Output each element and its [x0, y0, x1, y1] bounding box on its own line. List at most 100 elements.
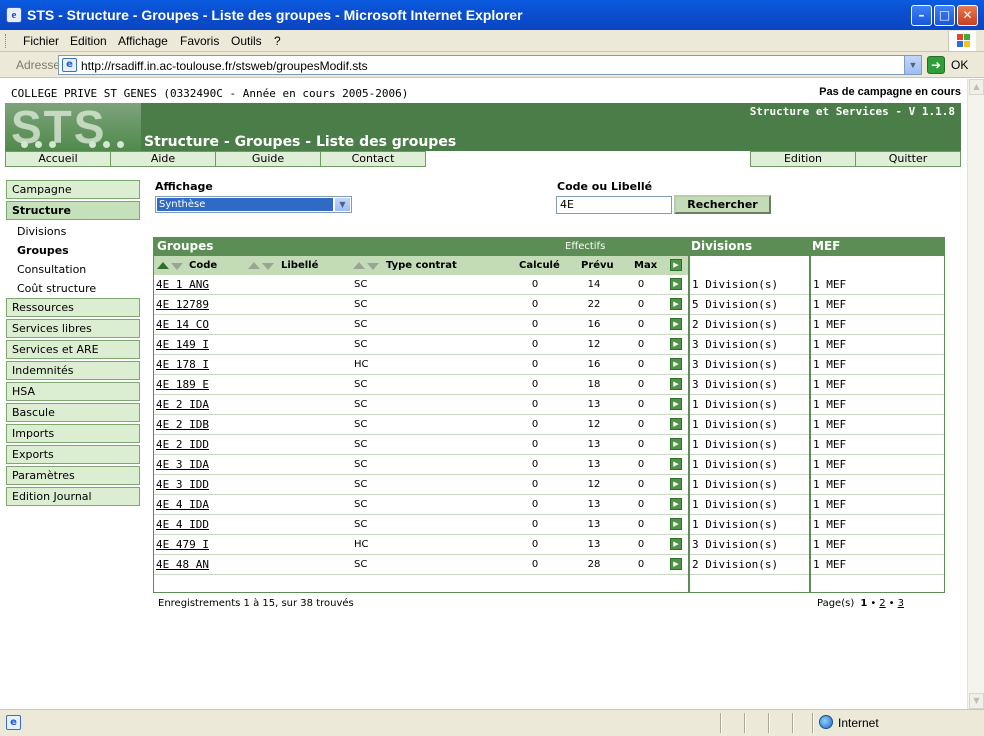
row-action-icon[interactable]: ▶	[670, 418, 682, 430]
app-version: Structure et Services - V 1.1.8	[749, 105, 955, 118]
maximize-icon[interactable]: □	[934, 5, 955, 26]
group-code-link[interactable]: 4E 3 IDD	[156, 478, 209, 491]
column-libelle[interactable]: Libellé	[281, 260, 318, 271]
group-code-link[interactable]: 4E 2 IDA	[156, 398, 209, 411]
vertical-scrollbar[interactable]: ▲ ▼	[967, 79, 984, 709]
mef-cell: 1 MEF	[813, 458, 847, 471]
go-arrow-icon[interactable]: ➜	[927, 56, 945, 74]
group-code-link[interactable]: 4E 479 I	[156, 538, 209, 551]
row-action-icon[interactable]: ▶	[670, 518, 682, 530]
toolbar-grip	[5, 34, 8, 48]
row-action-icon[interactable]: ▶	[670, 278, 682, 290]
row-action-icon[interactable]: ▶	[670, 438, 682, 450]
chevron-down-icon[interactable]: ▼	[335, 198, 350, 211]
row-action-icon[interactable]: ▶	[670, 478, 682, 490]
sort-code-desc-icon[interactable]	[171, 261, 183, 272]
scroll-up-icon[interactable]: ▲	[969, 79, 984, 95]
menu-affichage[interactable]: Affichage	[118, 34, 168, 48]
menu-favoris[interactable]: Favoris	[180, 34, 219, 48]
group-code-link[interactable]: 4E 4 IDD	[156, 518, 209, 531]
max-cell: 0	[637, 519, 645, 530]
minimize-icon[interactable]: –	[911, 5, 932, 26]
display-select[interactable]: Synthèse ▼	[155, 196, 352, 213]
row-action-icon[interactable]: ▶	[670, 558, 682, 570]
menu-fichier[interactable]: Fichier	[23, 34, 59, 48]
row-action-icon[interactable]: ▶	[670, 358, 682, 370]
sidebar-item-imports[interactable]: Imports	[6, 424, 140, 443]
row-action-icon[interactable]: ▶	[670, 318, 682, 330]
group-code-link[interactable]: 4E 12789	[156, 298, 209, 311]
tab-accueil[interactable]: Accueil	[5, 151, 111, 167]
menu-help[interactable]: ?	[274, 34, 281, 48]
calcule-cell: 0	[531, 399, 539, 410]
sidebar-subitem-groupes[interactable]: Groupes	[17, 244, 69, 257]
status-separator	[792, 713, 794, 733]
sort-libelle-asc-icon[interactable]	[248, 261, 260, 272]
sidebar-item-ressources[interactable]: Ressources	[6, 298, 140, 317]
group-code-link[interactable]: 4E 149 I	[156, 338, 209, 351]
group-code-link[interactable]: 4E 48 AN	[156, 558, 209, 571]
row-action-icon[interactable]: ▶	[670, 338, 682, 350]
tab-quitter[interactable]: Quitter	[855, 151, 961, 167]
divisions-cell: 1 Division(s)	[692, 278, 779, 291]
row-action-icon[interactable]: ▶	[670, 398, 682, 410]
sidebar-subitem-divisions[interactable]: Divisions	[17, 225, 66, 238]
go-label[interactable]: OK	[951, 58, 968, 72]
sidebar-subitem-consultation[interactable]: Consultation	[17, 263, 86, 276]
max-cell: 0	[637, 359, 645, 370]
column-code[interactable]: Code	[189, 260, 217, 271]
column-type-contrat[interactable]: Type contrat	[386, 260, 457, 271]
status-bar: e Internet	[0, 709, 984, 736]
sidebar-item-services-libres[interactable]: Services libres	[6, 319, 140, 338]
search-button[interactable]: Rechercher	[674, 195, 771, 214]
pages-label: Page(s)	[817, 598, 855, 609]
sidebar-item-exports[interactable]: Exports	[6, 445, 140, 464]
sidebar-item-structure[interactable]: Structure	[6, 201, 140, 220]
sidebar-item-indemnites[interactable]: Indemnités	[6, 361, 140, 380]
sort-type-desc-icon[interactable]	[367, 261, 379, 272]
sidebar-item-parametres[interactable]: Paramètres	[6, 466, 140, 485]
close-icon[interactable]: ✕	[957, 5, 978, 26]
search-input[interactable]: 4E	[556, 196, 672, 214]
sidebar-item-services-are[interactable]: Services et ARE	[6, 340, 140, 359]
group-code-link[interactable]: 4E 14 CO	[156, 318, 209, 331]
go-button[interactable]: ➜ OK	[927, 56, 979, 74]
tab-guide[interactable]: Guide	[215, 151, 321, 167]
sidebar-item-bascule[interactable]: Bascule	[6, 403, 140, 422]
tab-aide[interactable]: Aide	[110, 151, 216, 167]
chevron-down-icon[interactable]: ▼	[904, 56, 921, 74]
row-action-icon[interactable]: ▶	[670, 298, 682, 310]
tab-edition[interactable]: Edition	[750, 151, 856, 167]
header-action-icon[interactable]: ▶	[670, 259, 682, 271]
scroll-down-icon[interactable]: ▼	[969, 693, 984, 709]
group-code-link[interactable]: 4E 178 I	[156, 358, 209, 371]
sort-type-asc-icon[interactable]	[353, 261, 365, 272]
group-code-link[interactable]: 4E 2 IDB	[156, 418, 209, 431]
type-contrat-cell: HC	[354, 359, 369, 370]
group-code-link[interactable]: 4E 1 ANG	[156, 278, 209, 291]
menu-edition[interactable]: Edition	[70, 34, 107, 48]
sidebar-item-campagne[interactable]: Campagne	[6, 180, 140, 199]
menu-outils[interactable]: Outils	[231, 34, 262, 48]
page-2-link[interactable]: 2	[879, 598, 885, 609]
row-action-icon[interactable]: ▶	[670, 458, 682, 470]
display-select-value[interactable]: Synthèse	[157, 198, 333, 211]
row-action-icon[interactable]: ▶	[670, 538, 682, 550]
row-action-icon[interactable]: ▶	[670, 378, 682, 390]
group-code-link[interactable]: 4E 3 IDA	[156, 458, 209, 471]
sort-libelle-desc-icon[interactable]	[262, 261, 274, 272]
sidebar-item-hsa[interactable]: HSA	[6, 382, 140, 401]
address-input[interactable]: e http://rsadiff.in.ac-toulouse.fr/stswe…	[58, 55, 922, 75]
group-code-link[interactable]: 4E 189 E	[156, 378, 209, 391]
group-code-link[interactable]: 4E 2 IDD	[156, 438, 209, 451]
tab-contact[interactable]: Contact	[320, 151, 426, 167]
page-3-link[interactable]: 3	[898, 598, 904, 609]
sidebar-item-edition-journal[interactable]: Edition Journal	[6, 487, 140, 506]
group-code-link[interactable]: 4E 4 IDA	[156, 498, 209, 511]
sidebar-subitem-cout-structure[interactable]: Coût structure	[17, 282, 96, 295]
mef-cell: 1 MEF	[813, 438, 847, 451]
address-url[interactable]: http://rsadiff.in.ac-toulouse.fr/stsweb/…	[81, 59, 368, 73]
row-action-icon[interactable]: ▶	[670, 498, 682, 510]
column-calcule: Calculé	[519, 260, 560, 271]
sort-code-asc-icon[interactable]	[157, 261, 169, 272]
